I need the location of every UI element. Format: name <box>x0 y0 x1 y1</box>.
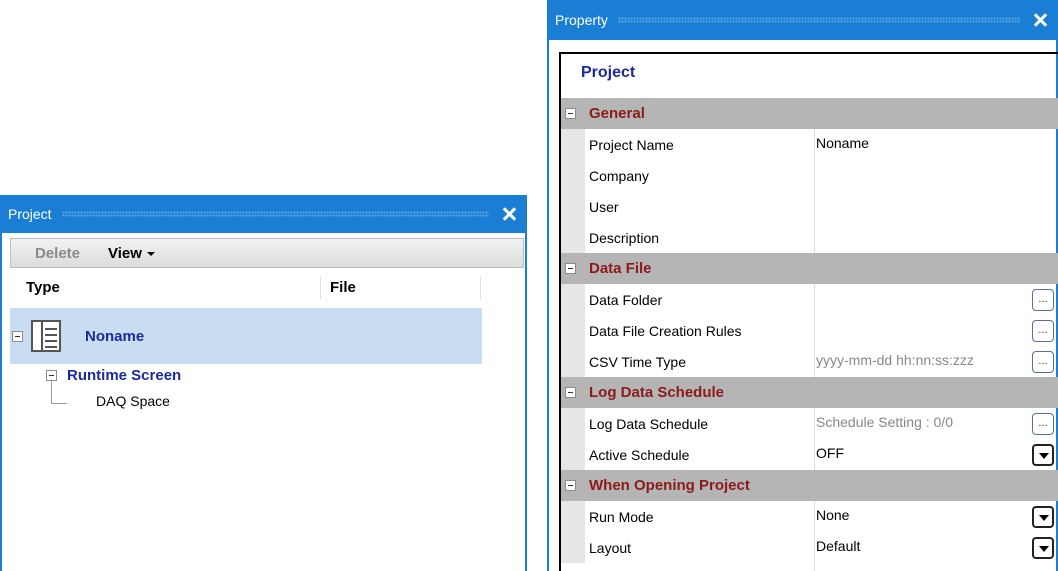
view-menu-label: View <box>108 244 142 262</box>
tree-column-header: Type File <box>10 277 524 299</box>
view-menu-button[interactable]: View <box>94 245 169 262</box>
chevron-down-icon <box>146 251 155 256</box>
collapse-icon[interactable] <box>46 370 57 381</box>
property-name: Active Schedule <box>589 447 690 463</box>
property-row-data-file-creation-rules[interactable]: Data File Creation Rules ... <box>561 315 1058 346</box>
project-document-icon <box>31 320 61 352</box>
dropdown-arrow-icon[interactable] <box>1032 506 1054 528</box>
ellipsis-button[interactable]: ... <box>1032 413 1054 435</box>
property-name: User <box>589 199 619 215</box>
property-value[interactable]: OFF <box>816 445 844 461</box>
property-value[interactable]: yyyy-mm-dd hh:nn:ss:zzz <box>816 352 974 368</box>
row-gutter <box>561 408 585 439</box>
row-gutter <box>561 191 585 222</box>
property-panel: Property Project General Project Name No… <box>547 0 1058 571</box>
category-label: Data File <box>589 260 652 277</box>
dropdown-arrow-icon[interactable] <box>1032 444 1054 466</box>
project-panel-title: Project <box>8 206 52 222</box>
tree-item-root-label: Noname <box>85 327 145 345</box>
tree-item-daq-space[interactable]: DAQ Space <box>96 393 170 409</box>
property-value[interactable]: None <box>816 507 849 523</box>
property-row-run-mode[interactable]: Run Mode None <box>561 501 1058 532</box>
category-when-opening-project[interactable]: When Opening Project <box>561 470 1058 501</box>
property-row-data-folder[interactable]: Data Folder ... <box>561 284 1058 315</box>
category-log-data-schedule[interactable]: Log Data Schedule <box>561 377 1058 408</box>
category-general[interactable]: General <box>561 98 1058 129</box>
titlebar-grip <box>617 17 1020 23</box>
close-icon[interactable] <box>1030 10 1050 30</box>
row-gutter <box>561 222 585 253</box>
column-type-header[interactable]: Type <box>26 279 60 296</box>
property-value[interactable]: Default <box>816 538 860 554</box>
collapse-icon[interactable] <box>565 387 576 398</box>
property-name: Log Data Schedule <box>589 416 709 432</box>
property-row-user[interactable]: User <box>561 191 1058 222</box>
property-panel-titlebar[interactable]: Property <box>549 0 1056 40</box>
ellipsis-button[interactable]: ... <box>1032 320 1054 342</box>
row-gutter <box>561 160 585 191</box>
column-divider[interactable] <box>480 277 481 299</box>
tree-item-runtime-screen[interactable]: Runtime Screen <box>46 367 181 384</box>
row-gutter <box>561 284 585 315</box>
tree-item-runtime-screen-label: Runtime Screen <box>67 367 182 384</box>
property-value[interactable]: Noname <box>816 135 869 151</box>
dropdown-arrow-icon[interactable] <box>1032 537 1054 559</box>
property-row-project-name[interactable]: Project Name Noname <box>561 129 1058 160</box>
delete-button[interactable]: Delete <box>11 245 94 262</box>
titlebar-grip <box>61 211 489 217</box>
property-object-title: Project <box>581 64 636 81</box>
property-name: Data Folder <box>589 292 663 308</box>
row-gutter <box>561 129 585 160</box>
category-label: General <box>589 105 645 122</box>
tree-connector-line <box>51 381 52 403</box>
collapse-icon[interactable] <box>565 263 576 274</box>
tree-item-root[interactable]: Noname <box>10 308 482 364</box>
ellipsis-button[interactable]: ... <box>1032 289 1054 311</box>
ellipsis-button[interactable]: ... <box>1032 351 1054 373</box>
property-row-active-schedule[interactable]: Active Schedule OFF <box>561 439 1058 470</box>
property-row-description[interactable]: Description <box>561 222 1058 253</box>
property-name: Run Mode <box>589 509 654 525</box>
property-name: Project Name <box>589 137 674 153</box>
property-value[interactable]: Schedule Setting : 0/0 <box>816 414 953 430</box>
property-name: Company <box>589 168 649 184</box>
collapse-icon[interactable] <box>565 108 576 119</box>
property-name: CSV Time Type <box>589 354 687 370</box>
row-gutter <box>561 439 585 470</box>
property-grid-frame: Project General Project Name Noname Comp… <box>559 52 1058 571</box>
property-row-csv-time-type[interactable]: CSV Time Type yyyy-mm-dd hh:nn:ss:zzz ..… <box>561 346 1058 377</box>
category-data-file[interactable]: Data File <box>561 253 1058 284</box>
close-icon[interactable] <box>499 204 519 224</box>
collapse-icon[interactable] <box>565 480 576 491</box>
column-divider[interactable] <box>320 277 321 299</box>
property-row-layout[interactable]: Layout Default <box>561 532 1058 563</box>
property-row-log-data-schedule[interactable]: Log Data Schedule Schedule Setting : 0/0… <box>561 408 1058 439</box>
property-panel-title: Property <box>555 12 608 28</box>
property-name: Data File Creation Rules <box>589 323 742 339</box>
column-file-header[interactable]: File <box>330 279 356 296</box>
tree-connector-line <box>51 403 67 404</box>
project-panel-titlebar[interactable]: Project <box>2 195 525 233</box>
collapse-icon[interactable] <box>12 330 23 342</box>
row-gutter <box>561 501 585 532</box>
property-name: Layout <box>589 540 632 556</box>
row-gutter <box>561 346 585 377</box>
project-toolbar: Delete View <box>10 238 524 268</box>
property-row-company[interactable]: Company <box>561 160 1058 191</box>
row-gutter <box>561 315 585 346</box>
row-gutter <box>561 532 585 563</box>
category-label: When Opening Project <box>589 477 750 494</box>
category-label: Log Data Schedule <box>589 384 725 401</box>
property-name: Description <box>589 230 660 246</box>
project-panel: Project Delete View Type File Noname Run… <box>0 195 527 571</box>
